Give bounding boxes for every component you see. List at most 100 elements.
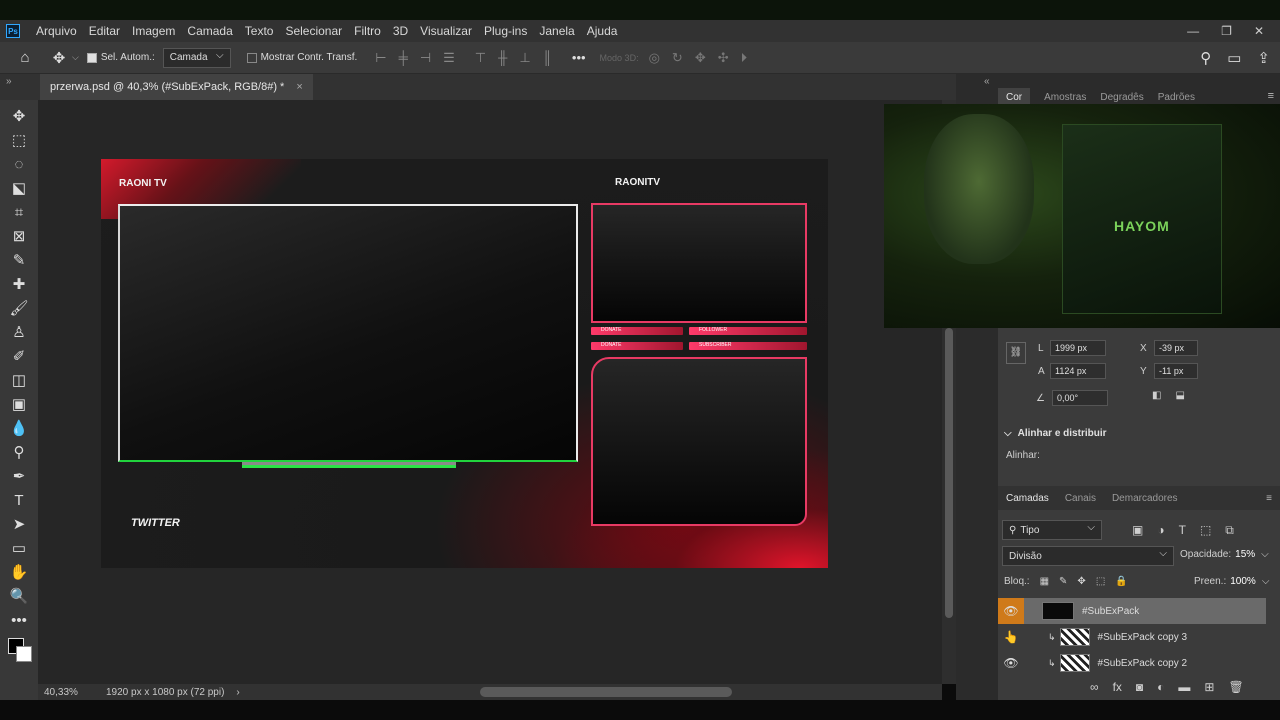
lock-transparent-icon[interactable]: ▦ — [1040, 576, 1049, 587]
search-icon[interactable]: ⚲ — [1200, 49, 1211, 67]
filter-pixel-icon[interactable]: ▣ — [1132, 523, 1143, 538]
panel-menu-icon[interactable]: ≡ — [1268, 90, 1274, 102]
filter-type-icon[interactable]: T — [1179, 523, 1186, 538]
align-center-icon[interactable]: ╪ — [399, 50, 408, 66]
move-tool-icon[interactable]: ✥ — [46, 49, 72, 67]
lock-position-icon[interactable]: ✥ — [1077, 576, 1085, 587]
lock-all-icon[interactable]: 🔒 — [1115, 576, 1127, 587]
blend-mode-dropdown[interactable]: Divisão — [1002, 546, 1174, 566]
scale-3d-icon[interactable]: ⏵ — [741, 50, 748, 66]
layers-menu-icon[interactable]: ≡ — [1266, 493, 1272, 504]
visibility-eye-icon[interactable]: 👁 — [998, 650, 1024, 676]
orbit-3d-icon[interactable]: ◎ — [649, 50, 660, 66]
align-top-icon[interactable]: ⊤ — [475, 50, 486, 66]
lock-artboard-icon[interactable]: ⬚ — [1096, 576, 1105, 587]
visibility-eye-icon[interactable]: 👁 — [998, 598, 1024, 624]
zoom-level[interactable]: 40,33% — [44, 687, 102, 698]
link-layers-icon[interactable]: ∞ — [1090, 680, 1099, 694]
chevron-down-icon[interactable]: ⌵ — [1004, 428, 1012, 439]
menu-texto[interactable]: Texto — [239, 24, 280, 38]
history-brush-icon[interactable]: ✐ — [4, 344, 34, 368]
menu-imagem[interactable]: Imagem — [126, 24, 181, 38]
tab-demarcadores[interactable]: Demarcadores — [1112, 493, 1178, 504]
menu-camada[interactable]: Camada — [181, 24, 238, 38]
auto-select-checkbox[interactable] — [86, 52, 97, 63]
tab-canais[interactable]: Canais — [1065, 493, 1096, 504]
stamp-tool-icon[interactable]: ♙ — [4, 320, 34, 344]
move-tool-icon[interactable]: ✥ — [4, 104, 34, 128]
menu-selecionar[interactable]: Selecionar — [279, 24, 348, 38]
align-middle-icon[interactable]: ╫ — [498, 50, 507, 66]
delete-layer-icon[interactable]: 🗑 — [1228, 680, 1243, 694]
frame-tool-icon[interactable]: ⊠ — [4, 224, 34, 248]
eraser-tool-icon[interactable]: ◫ — [4, 368, 34, 392]
new-layer-icon[interactable]: ⊞ — [1204, 680, 1214, 694]
lasso-tool-icon[interactable]: ◌ — [4, 152, 34, 176]
menu-arquivo[interactable]: Arquivo — [30, 24, 83, 38]
healing-brush-icon[interactable]: ✚ — [4, 272, 34, 296]
link-icon[interactable]: ⛓ — [1006, 342, 1026, 364]
distribute-icon[interactable]: ☰ — [443, 50, 455, 66]
chevron-down-icon[interactable]: ⌵ — [1262, 576, 1270, 587]
chevron-down-icon[interactable]: ⌵ — [1261, 549, 1269, 560]
slide-3d-icon[interactable]: ✣ — [718, 50, 729, 66]
tab-padroes[interactable]: Padrões — [1158, 92, 1195, 103]
width-field[interactable]: 1999 px — [1050, 340, 1106, 356]
eyedropper-tool-icon[interactable]: ✎ — [4, 248, 34, 272]
opacity-value[interactable]: 15% — [1235, 549, 1255, 560]
y-field[interactable]: -11 px — [1154, 363, 1198, 379]
horizontal-scroll-thumb[interactable] — [480, 687, 732, 697]
brush-tool-icon[interactable]: 🖌 — [4, 296, 34, 320]
object-select-tool-icon[interactable]: ⬕ — [4, 176, 34, 200]
layer-row[interactable]: 👁 ↳ #SubExPack copy 2 — [998, 650, 1266, 676]
menu-ajuda[interactable]: Ajuda — [581, 24, 624, 38]
dodge-tool-icon[interactable]: ⚲ — [4, 440, 34, 464]
align-bottom-icon[interactable]: ⊥ — [519, 50, 530, 66]
workspace-icon[interactable]: ▭ — [1227, 49, 1241, 67]
zoom-tool-icon[interactable]: 🔍 — [4, 584, 34, 608]
tab-amostras[interactable]: Amostras — [1044, 92, 1086, 103]
auto-select-dropdown[interactable]: Camada — [162, 47, 231, 68]
layer-row[interactable]: 👁 #SubExPack — [998, 598, 1266, 624]
menu-3d[interactable]: 3D — [387, 24, 414, 38]
document-canvas[interactable]: RAONI TV RAONITV TWITTER DONATE FOLLOWER… — [101, 159, 828, 568]
home-icon[interactable]: ⌂ — [12, 49, 38, 66]
type-tool-icon[interactable]: T — [4, 488, 34, 512]
align-right-icon[interactable]: ⊣ — [420, 50, 431, 66]
collapse-panels-icon[interactable]: « — [984, 76, 990, 87]
fx-icon[interactable]: fx — [1113, 680, 1122, 694]
filter-shape-icon[interactable]: ⬚ — [1200, 523, 1211, 538]
chevron-down-icon[interactable]: ⌵ — [72, 52, 79, 63]
edit-toolbar-icon[interactable]: ••• — [4, 608, 34, 632]
layer-filter-dropdown[interactable]: ⚲ Tipo — [1002, 520, 1102, 540]
close-tab-icon[interactable]: × — [296, 81, 302, 93]
tab-camadas[interactable]: Camadas — [1006, 493, 1049, 504]
hand-tool-icon[interactable]: ✋ — [4, 560, 34, 584]
vertical-scroll-thumb[interactable] — [945, 328, 953, 618]
document-tab[interactable]: przerwa.psd @ 40,3% (#SubExPack, RGB/8#)… — [40, 74, 313, 100]
more-options-icon[interactable]: ••• — [572, 50, 586, 66]
adjustment-layer-icon[interactable]: ◐ — [1157, 680, 1164, 694]
close-icon[interactable]: ✕ — [1254, 24, 1264, 38]
angle-field[interactable]: 0,00° — [1052, 390, 1108, 406]
minimize-icon[interactable]: — — [1187, 24, 1199, 38]
shape-tool-icon[interactable]: ▭ — [4, 536, 34, 560]
blur-tool-icon[interactable]: 💧 — [4, 416, 34, 440]
align-left-icon[interactable]: ⊢ — [375, 50, 386, 66]
path-select-tool-icon[interactable]: ➤ — [4, 512, 34, 536]
share-icon[interactable]: ⇪ — [1257, 49, 1270, 67]
transform-controls-checkbox[interactable] — [246, 52, 257, 63]
fill-value[interactable]: 100% — [1230, 576, 1256, 587]
add-mask-icon[interactable]: ◙ — [1136, 680, 1143, 694]
layer-row[interactable]: 👆 ↳ #SubExPack copy 3 — [998, 624, 1266, 650]
crop-tool-icon[interactable]: ⌗ — [4, 200, 34, 224]
filter-adjustment-icon[interactable]: ◑ — [1157, 523, 1164, 538]
lock-pixels-icon[interactable]: ✎ — [1059, 576, 1067, 587]
tab-degrades[interactable]: Degradês — [1100, 92, 1143, 103]
menu-janela[interactable]: Janela — [533, 24, 580, 38]
visibility-eye-icon[interactable]: 👆 — [998, 624, 1024, 650]
height-field[interactable]: 1124 px — [1050, 363, 1106, 379]
new-group-icon[interactable]: ▬ — [1178, 680, 1190, 694]
distribute-vertical-icon[interactable]: ║ — [543, 50, 552, 66]
restore-icon[interactable]: ❐ — [1221, 24, 1232, 38]
